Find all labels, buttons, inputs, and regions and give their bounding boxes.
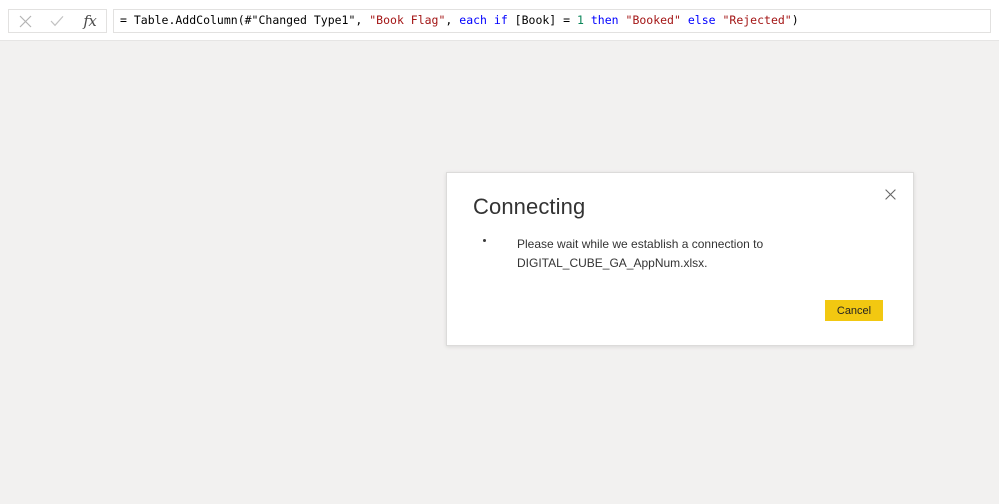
dialog-body: Please wait while we establish a connect…	[473, 235, 883, 273]
checkmark-icon[interactable]	[41, 10, 73, 32]
connecting-dialog: Connecting Please wait while we establis…	[446, 172, 914, 346]
fx-icon[interactable]: fx	[74, 10, 106, 32]
formula-bar-tool-group: fx	[8, 9, 107, 33]
formula-bar: fx = Table.AddColumn(#"Changed Type1", "…	[0, 0, 999, 41]
loading-dot-indicator	[483, 239, 486, 242]
formula-text: = Table.AddColumn(#"Changed Type1", "Boo…	[120, 13, 799, 28]
dialog-footer: Cancel	[825, 300, 883, 321]
close-x-icon[interactable]	[9, 10, 41, 32]
dialog-message: Please wait while we establish a connect…	[517, 237, 764, 270]
close-x-icon[interactable]	[875, 181, 905, 207]
fx-icon-label: fx	[83, 11, 97, 30]
dialog-title: Connecting	[473, 194, 586, 219]
formula-input[interactable]: = Table.AddColumn(#"Changed Type1", "Boo…	[113, 9, 991, 33]
cancel-button[interactable]: Cancel	[825, 300, 883, 321]
